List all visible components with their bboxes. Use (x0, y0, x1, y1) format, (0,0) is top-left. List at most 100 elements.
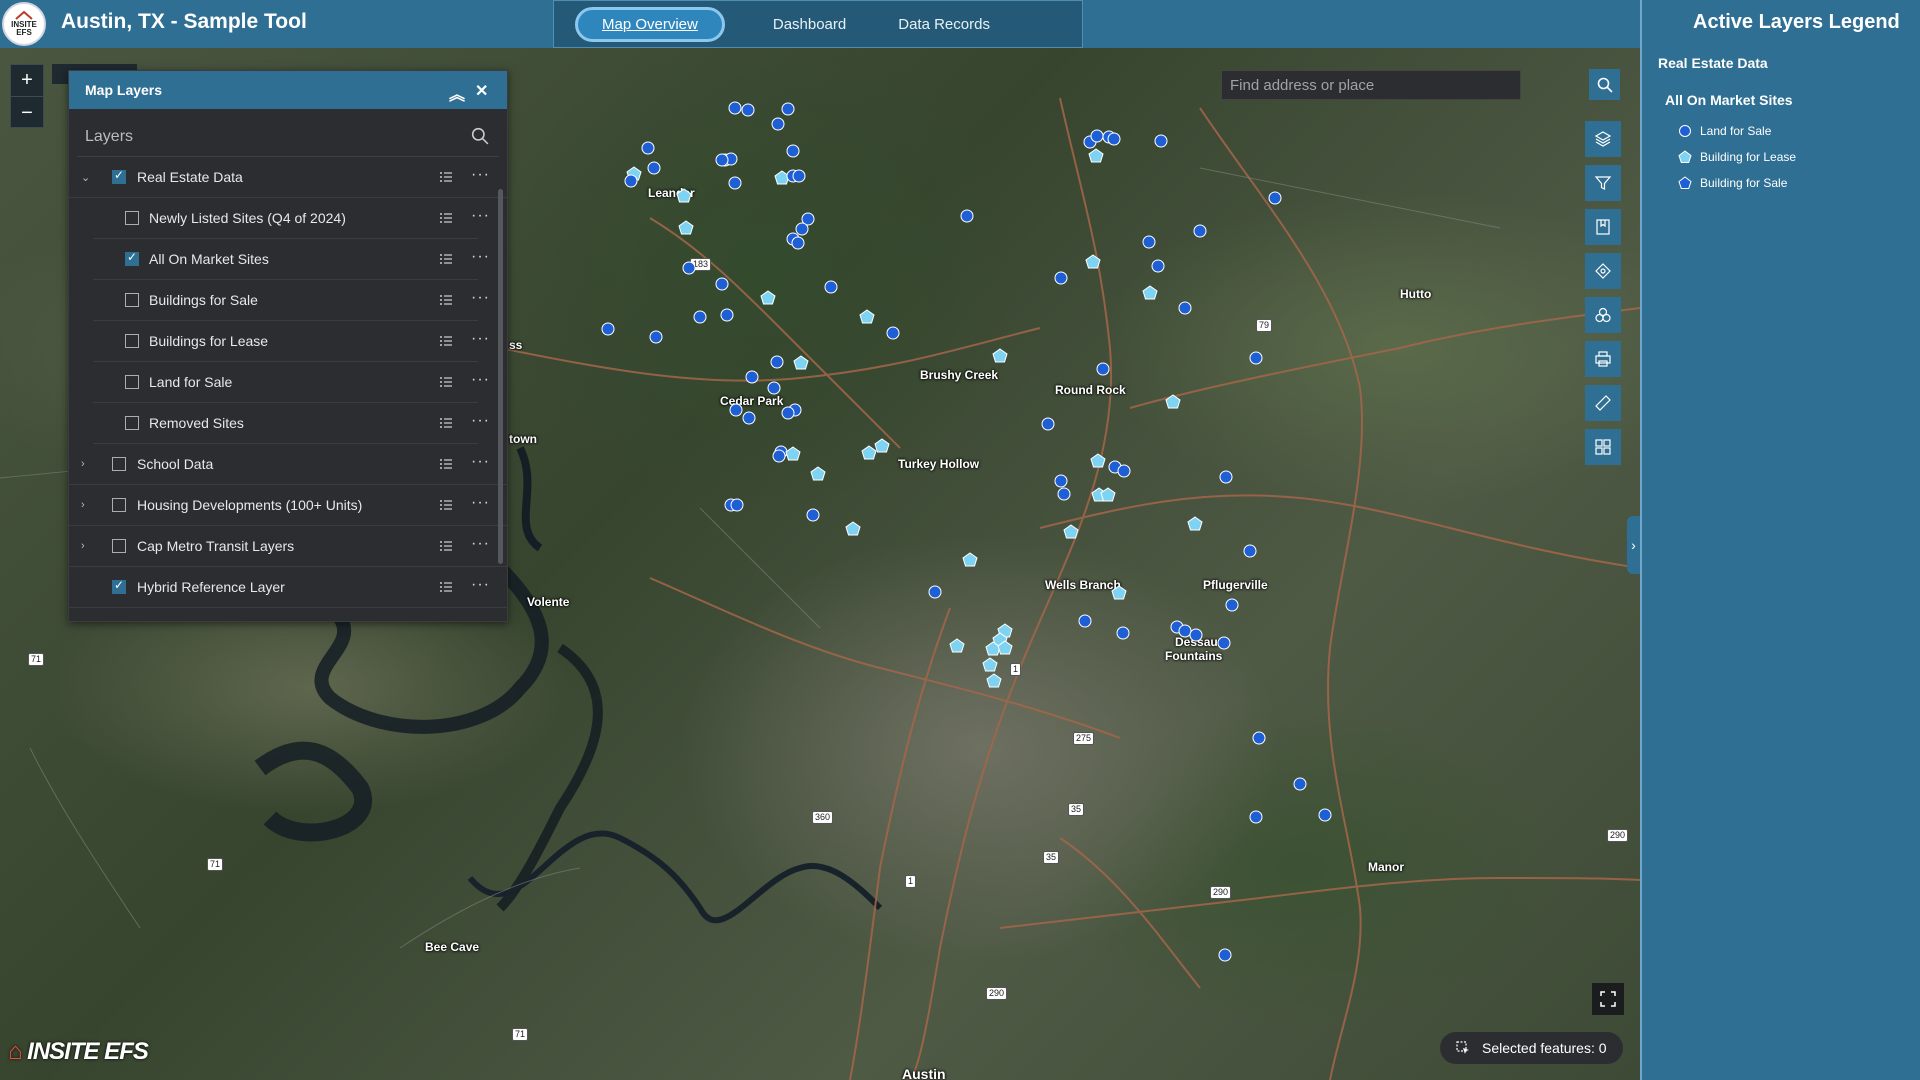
zoom-out-button[interactable]: − (11, 97, 43, 129)
land-for-sale-marker[interactable] (1218, 948, 1232, 962)
more-options-icon[interactable]: ··· (471, 371, 490, 389)
building-for-lease-marker[interactable] (874, 438, 890, 453)
measure-tool-button[interactable] (1585, 385, 1621, 421)
building-for-lease-marker[interactable] (992, 348, 1008, 363)
layer-row[interactable]: › Cap Metro Transit Layers ··· (69, 526, 507, 567)
layer-row[interactable]: All On Market Sites ··· (93, 239, 489, 280)
chevron-right-icon[interactable]: › (81, 540, 85, 552)
more-options-icon[interactable]: ··· (471, 412, 490, 430)
layer-row[interactable]: › Housing Developments (100+ Units) ··· (69, 485, 507, 526)
land-for-sale-marker[interactable] (730, 498, 744, 512)
building-for-lease-marker[interactable] (861, 445, 877, 460)
land-for-sale-marker[interactable] (1225, 598, 1239, 612)
building-for-lease-marker[interactable] (1142, 285, 1158, 300)
basemap-tool-button[interactable] (1585, 253, 1621, 289)
layer-visibility-checkbox[interactable] (125, 211, 139, 225)
tab-dashboard[interactable]: Dashboard (773, 16, 846, 33)
building-for-lease-marker[interactable] (1165, 394, 1181, 409)
app-logo[interactable]: INSITE EFS (2, 2, 46, 46)
land-for-sale-marker[interactable] (1178, 624, 1192, 638)
building-for-lease-marker[interactable] (962, 552, 978, 567)
zoom-in-button[interactable]: + (11, 65, 43, 97)
land-for-sale-marker[interactable] (649, 330, 663, 344)
building-for-lease-marker[interactable] (793, 355, 809, 370)
land-for-sale-marker[interactable] (1054, 271, 1068, 285)
land-for-sale-marker[interactable] (1041, 417, 1055, 431)
more-options-icon[interactable]: ··· (471, 207, 490, 225)
layers-tool-button[interactable] (1585, 121, 1621, 157)
land-for-sale-marker[interactable] (728, 101, 742, 115)
more-options-icon[interactable]: ··· (471, 576, 490, 594)
layer-list-scrollbar[interactable] (498, 189, 503, 564)
land-for-sale-marker[interactable] (641, 141, 655, 155)
land-for-sale-marker[interactable] (767, 381, 781, 395)
more-options-icon[interactable]: ··· (471, 248, 490, 266)
land-for-sale-marker[interactable] (781, 102, 795, 116)
layer-row[interactable]: › School Data ··· (69, 444, 507, 485)
land-for-sale-marker[interactable] (1151, 259, 1165, 273)
building-for-lease-marker[interactable] (1090, 453, 1106, 468)
building-for-lease-marker[interactable] (678, 220, 694, 235)
land-for-sale-marker[interactable] (1249, 810, 1263, 824)
land-for-sale-marker[interactable] (693, 310, 707, 324)
land-for-sale-marker[interactable] (795, 222, 809, 236)
legend-list-icon[interactable] (439, 539, 453, 553)
close-icon[interactable]: ✕ (475, 81, 488, 101)
land-for-sale-marker[interactable] (728, 176, 742, 190)
building-for-lease-marker[interactable] (1100, 487, 1116, 502)
legend-list-icon[interactable] (439, 457, 453, 471)
legend-list-icon[interactable] (439, 211, 453, 225)
land-for-sale-marker[interactable] (786, 144, 800, 158)
chevron-down-icon[interactable]: ⌄ (81, 171, 90, 184)
layer-row[interactable]: Buildings for Sale ··· (93, 280, 489, 321)
layer-row[interactable]: ⌄ Real Estate Data ··· (69, 157, 507, 198)
building-for-lease-marker[interactable] (949, 638, 965, 653)
more-options-icon[interactable]: ··· (471, 166, 490, 184)
legend-list-icon[interactable] (439, 498, 453, 512)
land-for-sale-marker[interactable] (1117, 464, 1131, 478)
land-for-sale-marker[interactable] (1178, 301, 1192, 315)
layer-visibility-checkbox[interactable] (112, 578, 126, 594)
analysis-tool-button[interactable] (1585, 297, 1621, 333)
grid-tool-button[interactable] (1585, 429, 1621, 465)
layer-row[interactable]: Removed Sites ··· (93, 403, 489, 444)
land-for-sale-marker[interactable] (772, 449, 786, 463)
land-for-sale-marker[interactable] (1318, 808, 1332, 822)
layer-visibility-checkbox[interactable] (112, 457, 126, 471)
layer-visibility-checkbox[interactable] (125, 293, 139, 307)
land-for-sale-marker[interactable] (1142, 235, 1156, 249)
land-for-sale-marker[interactable] (1189, 628, 1203, 642)
land-for-sale-marker[interactable] (806, 508, 820, 522)
building-for-lease-marker[interactable] (1187, 516, 1203, 531)
land-for-sale-marker[interactable] (1219, 470, 1233, 484)
land-for-sale-marker[interactable] (1154, 134, 1168, 148)
legend-list-icon[interactable] (439, 416, 453, 430)
building-for-lease-marker[interactable] (785, 446, 801, 461)
more-options-icon[interactable]: ··· (471, 453, 490, 471)
land-for-sale-marker[interactable] (1249, 351, 1263, 365)
land-for-sale-marker[interactable] (1107, 132, 1121, 146)
address-search-button[interactable] (1589, 69, 1620, 100)
land-for-sale-marker[interactable] (1193, 224, 1207, 238)
building-for-lease-marker[interactable] (760, 290, 776, 305)
land-for-sale-marker[interactable] (1090, 129, 1104, 143)
address-search-input[interactable]: Find address or place (1221, 70, 1521, 100)
legend-list-icon[interactable] (439, 580, 453, 594)
bookmark-tool-button[interactable] (1585, 209, 1621, 245)
land-for-sale-marker[interactable] (647, 161, 661, 175)
tab-data-records[interactable]: Data Records (898, 16, 990, 33)
land-for-sale-marker[interactable] (781, 406, 795, 420)
land-for-sale-marker[interactable] (742, 411, 756, 425)
land-for-sale-marker[interactable] (624, 174, 638, 188)
land-for-sale-marker[interactable] (1293, 777, 1307, 791)
chevron-right-icon[interactable]: › (81, 458, 85, 470)
building-for-lease-marker[interactable] (845, 521, 861, 536)
legend-list-icon[interactable] (439, 375, 453, 389)
building-for-lease-marker[interactable] (1088, 148, 1104, 163)
fullscreen-button[interactable] (1592, 983, 1624, 1015)
layer-visibility-checkbox[interactable] (125, 334, 139, 348)
more-options-icon[interactable]: ··· (471, 330, 490, 348)
collapse-panel-icon[interactable]: ︽ (449, 81, 465, 105)
layer-visibility-checkbox[interactable] (112, 539, 126, 553)
layer-row[interactable]: Hybrid Reference Layer ··· (69, 567, 507, 608)
